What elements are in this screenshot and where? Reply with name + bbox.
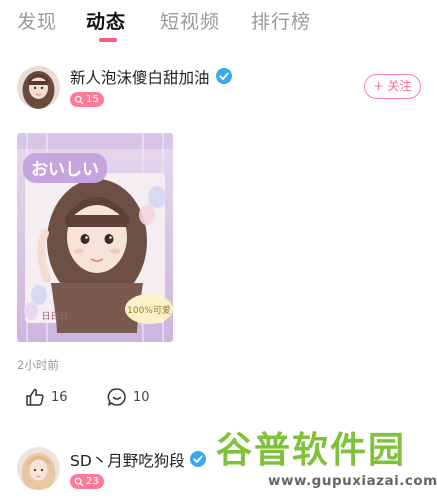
watermark-url: www.gupuxiazai.com (268, 473, 437, 489)
tab-short-video[interactable]: 短视频 (160, 7, 220, 34)
level-value: 15 (86, 94, 99, 105)
avatar[interactable] (17, 447, 60, 490)
top-tab-bar: 发现 动态 短视频 排行榜 (0, 0, 437, 48)
follow-button[interactable]: + 关注 (364, 74, 421, 99)
comment-icon (107, 388, 126, 406)
image-sticker: 100%可爱 (127, 305, 171, 316)
watermark-title: 谷普软件园 (215, 429, 407, 472)
image-candy-label: 日日日 (41, 311, 68, 322)
like-count: 16 (51, 389, 68, 405)
user-name[interactable]: 新人泡沫傻白甜加油 (70, 66, 210, 88)
like-button[interactable]: 16 (25, 386, 68, 408)
level-badge: 15 (70, 92, 104, 107)
tab-discover[interactable]: 发现 (17, 7, 57, 34)
avatar[interactable] (17, 66, 60, 109)
verified-icon (190, 451, 206, 467)
post-image[interactable]: おいしい 100%可爱 日日日 (17, 133, 173, 342)
verified-icon (216, 68, 232, 84)
like-icon (26, 388, 44, 406)
user-name[interactable]: SD丶月野吃狗段 (70, 449, 185, 471)
comment-button[interactable]: 10 (107, 386, 150, 408)
level-value: 23 (86, 476, 99, 487)
active-tab-indicator (99, 38, 117, 42)
image-headline: おいしい (31, 160, 99, 180)
level-icon (74, 477, 84, 486)
comment-count: 10 (133, 389, 150, 405)
level-badge: 23 (70, 474, 104, 489)
level-icon (74, 95, 84, 104)
post-time: 2小时前 (17, 358, 59, 372)
watermark: 谷普软件园 www.gupuxiazai.com (215, 421, 437, 500)
tab-moments[interactable]: 动态 (86, 7, 126, 34)
tab-ranking[interactable]: 排行榜 (251, 7, 311, 34)
